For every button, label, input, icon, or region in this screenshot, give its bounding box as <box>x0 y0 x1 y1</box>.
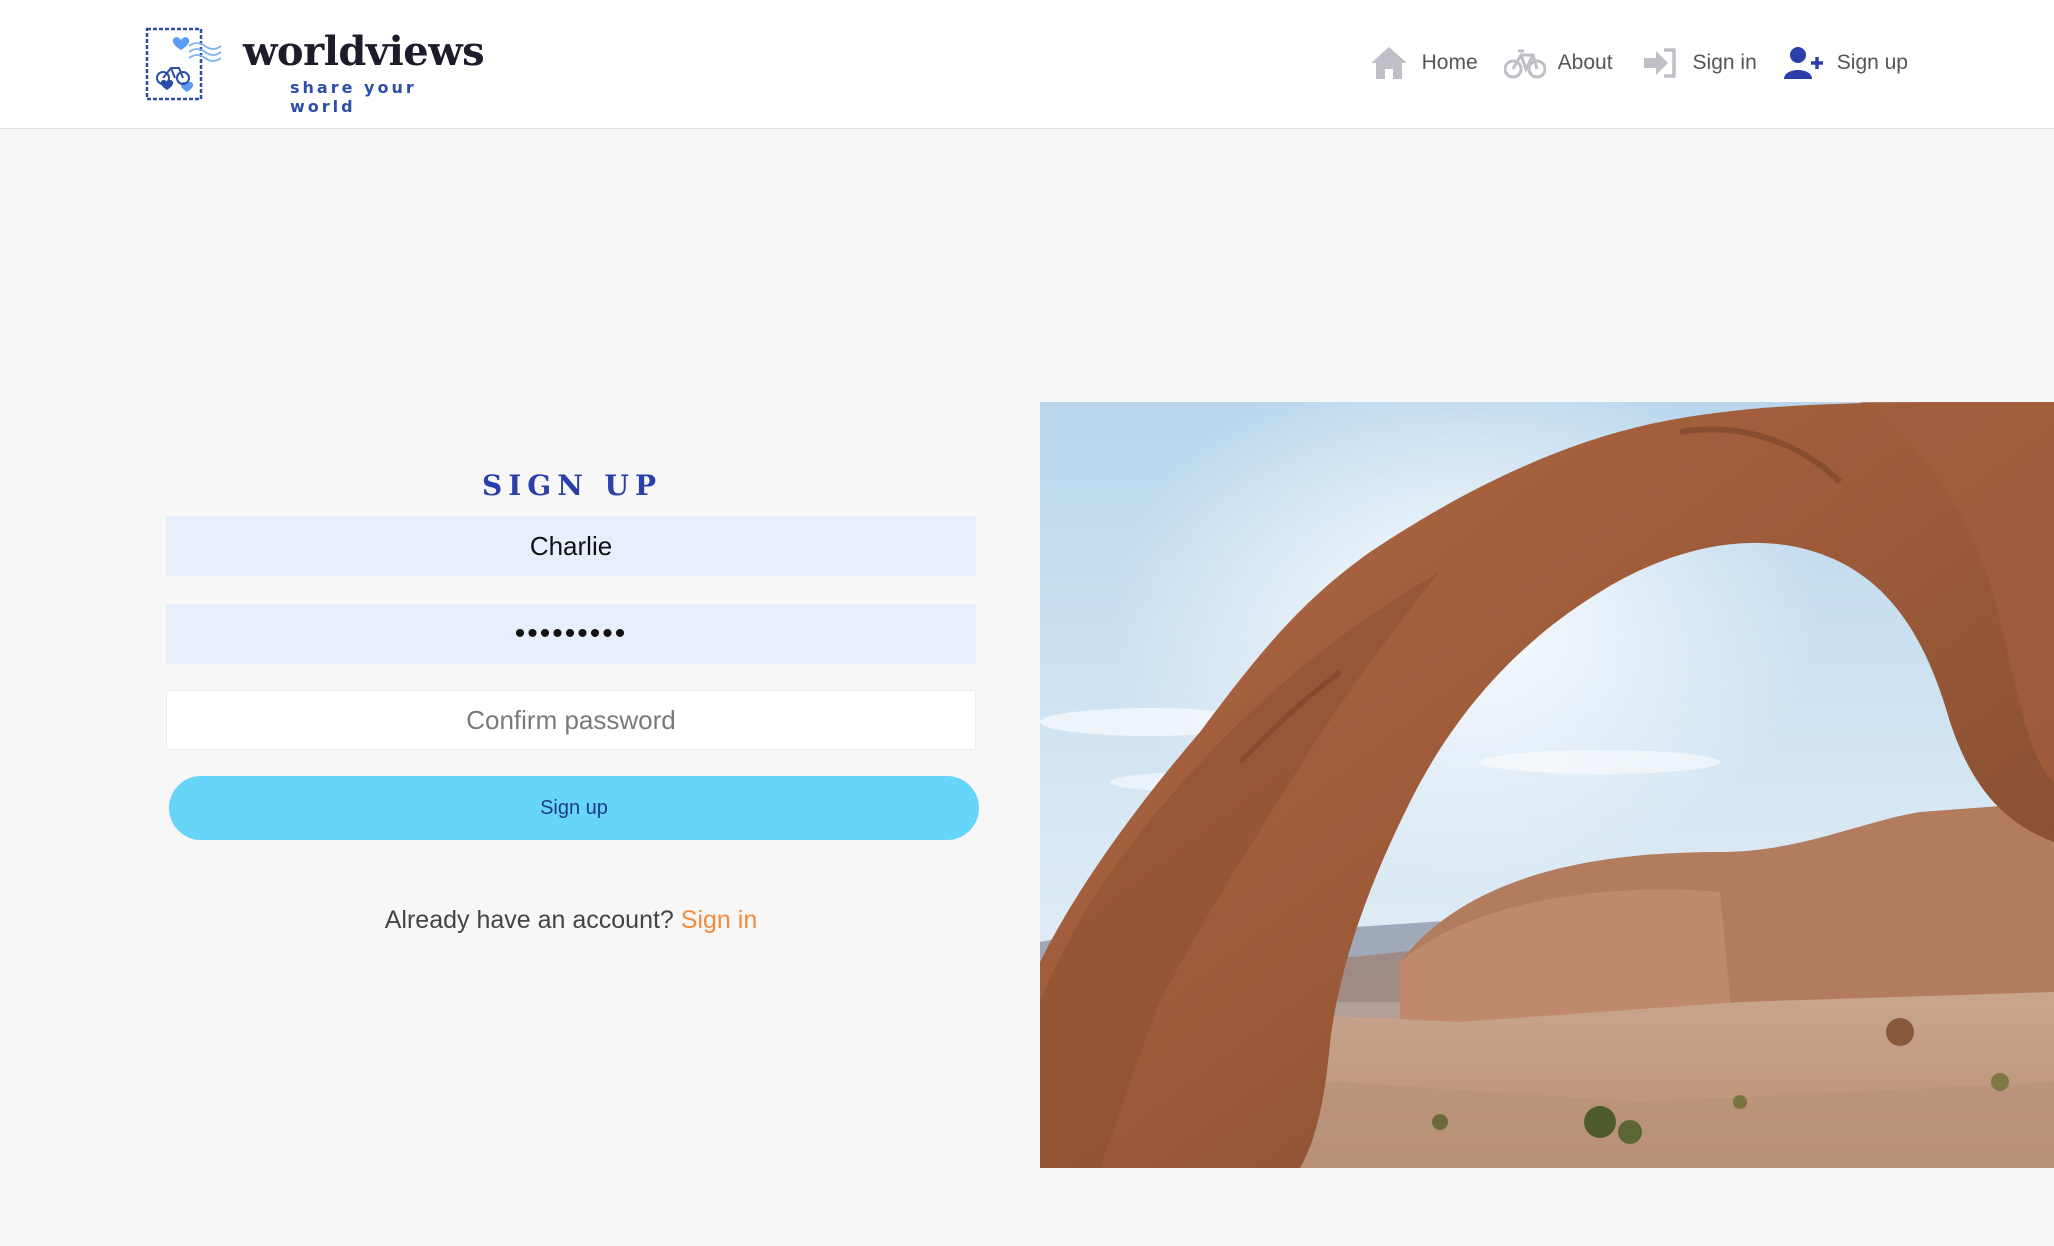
nav-item-signup[interactable]: Sign up <box>1783 43 1908 83</box>
already-text: Already have an account? <box>384 906 674 934</box>
nav-item-about[interactable]: About <box>1503 43 1613 83</box>
hero-image <box>1040 402 2054 1168</box>
nav-label-signin: Sign in <box>1692 51 1757 74</box>
bicycle-icon <box>1503 43 1546 83</box>
password-field[interactable] <box>166 604 976 664</box>
home-icon <box>1368 43 1410 83</box>
top-header: worldviews share your world Home About S… <box>0 0 2054 129</box>
sign-in-icon <box>1639 43 1681 83</box>
form-title: SIGN UP <box>481 469 663 502</box>
brand-logo[interactable]: worldviews share your world <box>145 26 485 116</box>
stamp-logo-icon <box>145 27 222 101</box>
username-field[interactable] <box>166 516 976 576</box>
nav-label-signup: Sign up <box>1836 51 1908 74</box>
sandstone-arch-photo <box>1040 402 2054 1168</box>
nav-item-signin[interactable]: Sign in <box>1639 43 1757 83</box>
confirm-password-field[interactable] <box>166 690 976 750</box>
brand-tagline: share your world <box>290 78 417 116</box>
main-nav: Home About Sign in Sign up <box>1368 40 1908 86</box>
signup-button[interactable]: Sign up <box>169 776 979 840</box>
signup-form: SIGN UP Sign up Already have an account?… <box>166 468 979 934</box>
nav-label-about: About <box>1557 51 1613 74</box>
user-plus-icon <box>1783 43 1825 83</box>
brand-name: worldviews <box>243 28 485 75</box>
nav-label-home: Home <box>1421 51 1478 74</box>
signin-link[interactable]: Sign in <box>681 906 757 934</box>
signin-prompt: Already have an account? Sign in <box>166 906 976 935</box>
nav-item-home[interactable]: Home <box>1368 43 1478 83</box>
